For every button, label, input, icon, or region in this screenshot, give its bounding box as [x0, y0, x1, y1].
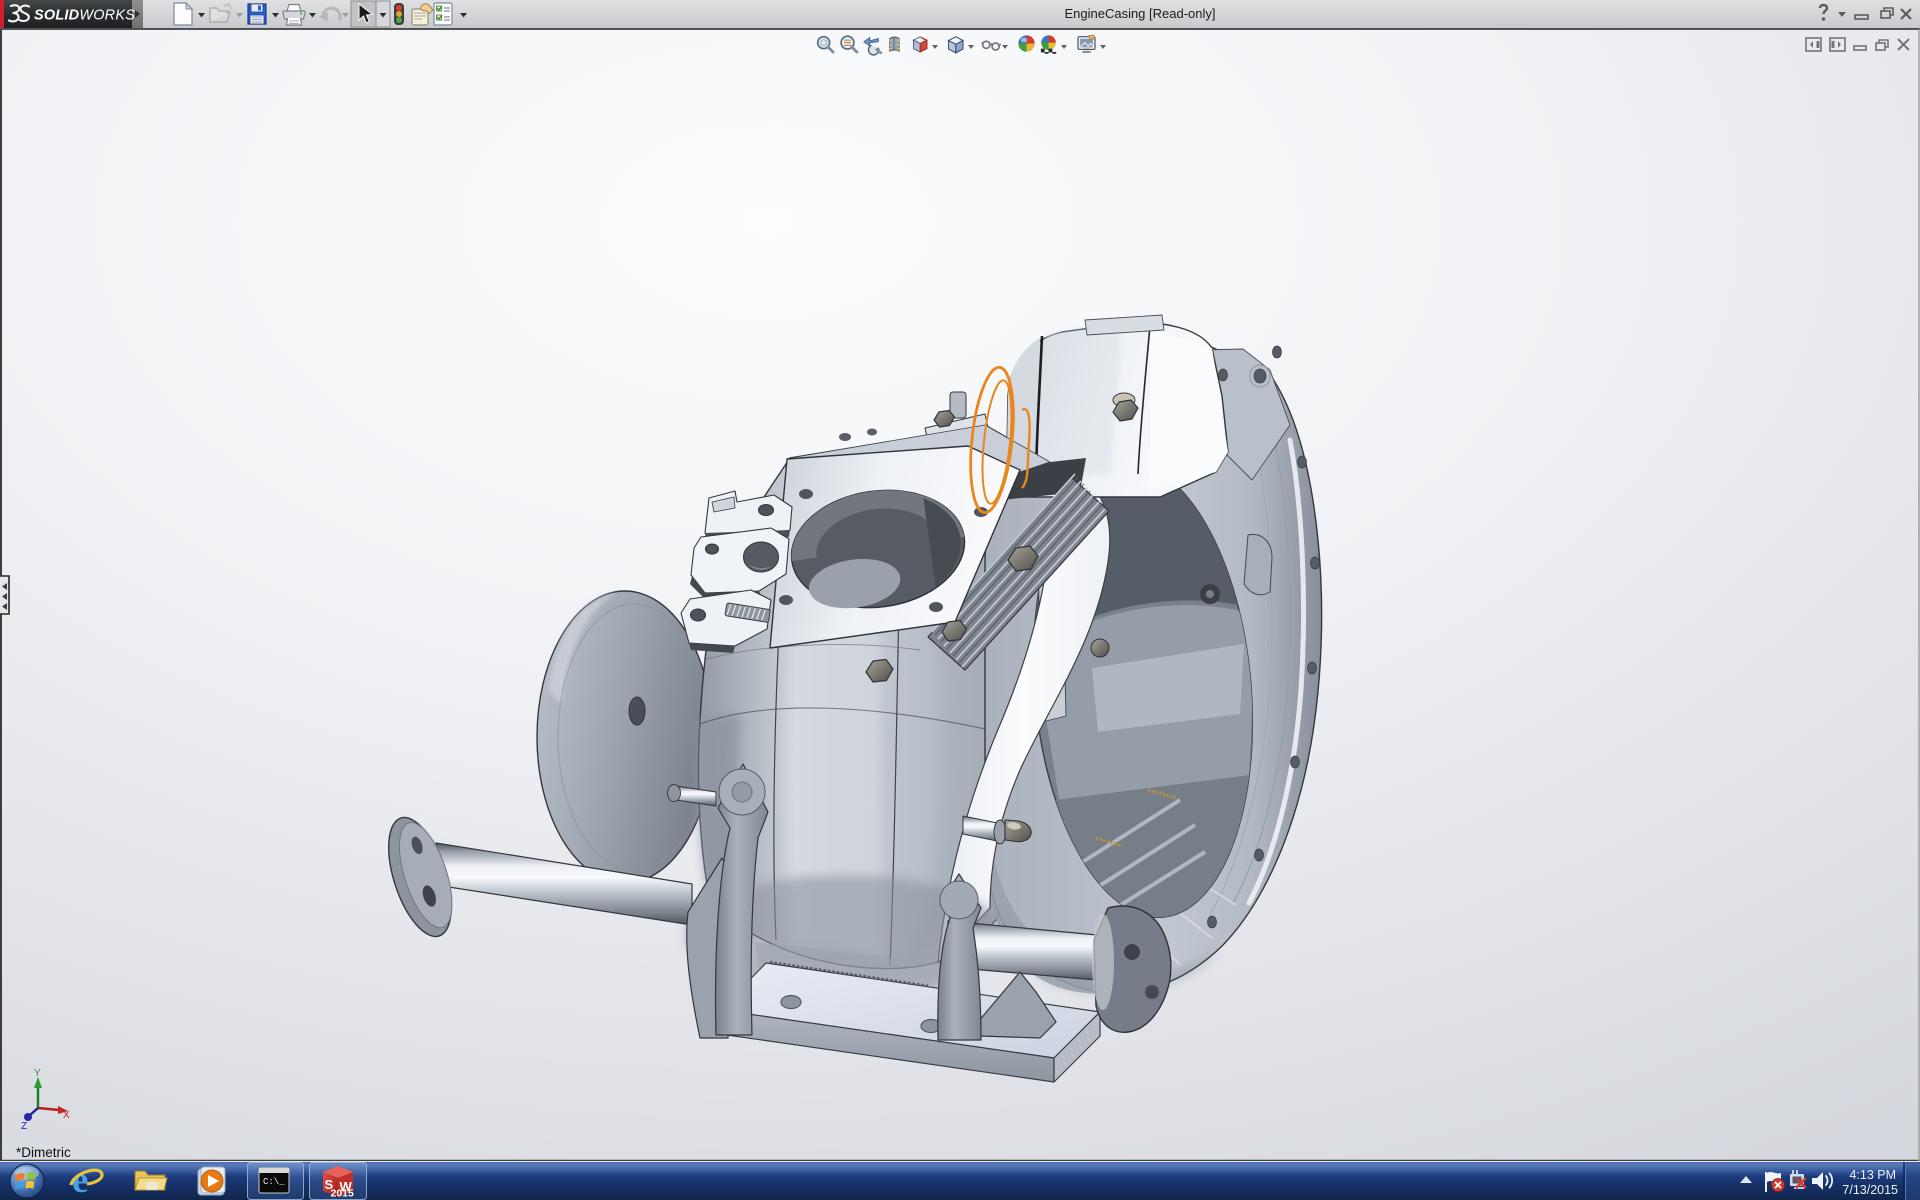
svg-text:C:\_: C:\_: [263, 1177, 285, 1187]
svg-text:SOLIDWORKS: SOLIDWORKS: [34, 8, 135, 24]
svg-text:7/13/2015: 7/13/2015: [1842, 1183, 1898, 1197]
svg-text:Y: Y: [34, 1068, 41, 1079]
svg-text:X: X: [63, 1110, 70, 1121]
svg-text:2015: 2015: [331, 1188, 355, 1200]
svg-text:4:13 PM: 4:13 PM: [1849, 1168, 1896, 1182]
svg-text:Z: Z: [21, 1121, 27, 1132]
svg-text:*Dimetric: *Dimetric: [16, 1145, 71, 1160]
